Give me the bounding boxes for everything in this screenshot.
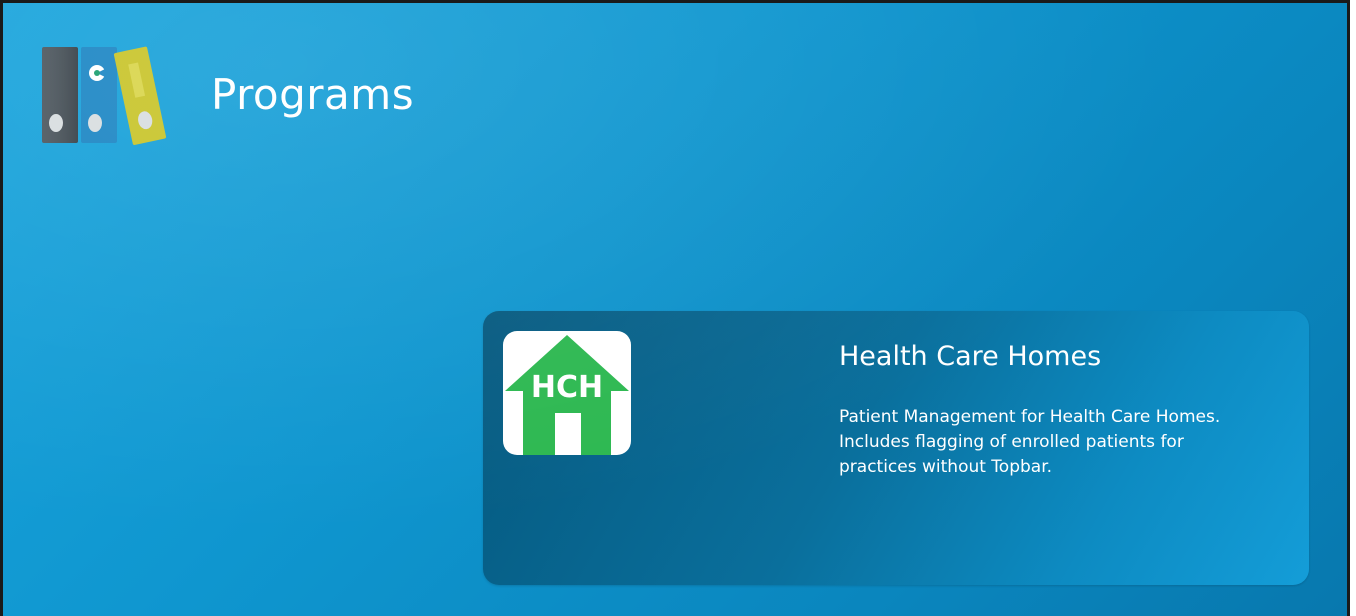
page-title: Programs bbox=[211, 70, 415, 119]
programs-window: Programs HCH Health Care Homes Patient M… bbox=[0, 0, 1350, 616]
house-icon-label: HCH bbox=[531, 370, 603, 405]
programs-binders-icon bbox=[39, 41, 177, 145]
program-tile-health-care-homes[interactable]: HCH Health Care Homes Patient Management… bbox=[483, 311, 1309, 585]
page-header: Programs bbox=[39, 41, 414, 145]
house-icon: HCH bbox=[503, 331, 631, 455]
program-description: Patient Management for Health Care Homes… bbox=[839, 407, 1221, 477]
program-title: Health Care Homes bbox=[839, 341, 1102, 372]
